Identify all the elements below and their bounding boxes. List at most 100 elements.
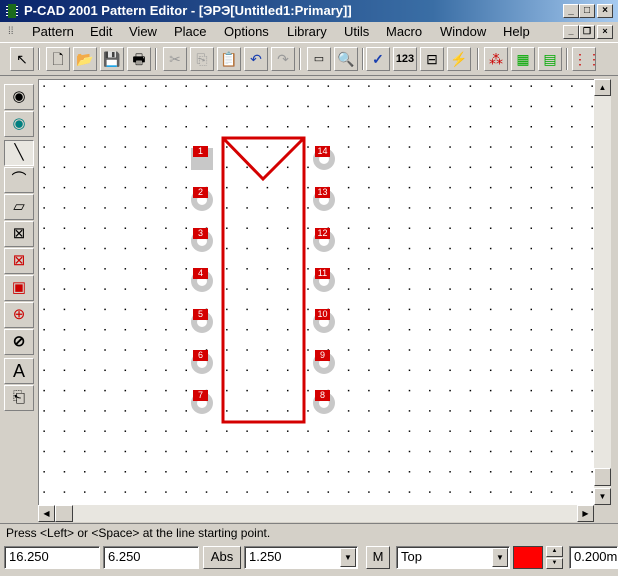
pad-6[interactable]: 6 — [191, 350, 213, 374]
place-via-tool-icon[interactable]: ◉ — [4, 111, 34, 137]
layer-spinner[interactable]: ▲ ▼ — [546, 546, 563, 569]
toolbar: ↖ 🗋 📂 💾 🖶 ✂ ⎘ 📋 ↶ ↷ ▭ 🔍 ✓ 123 ⊟ ⚡ ⁂ ▦ ▤ … — [0, 42, 618, 76]
print-icon[interactable]: 🖶 — [127, 47, 151, 71]
menu-options[interactable]: Options — [224, 24, 269, 40]
toolbar-separator — [566, 48, 568, 70]
toolbar-separator — [38, 48, 40, 70]
pad-label: 7 — [193, 390, 208, 401]
pad-13[interactable]: 13 — [313, 187, 335, 211]
maximize-icon[interactable]: □ — [579, 4, 595, 18]
mdi-minimize-icon[interactable]: _ — [563, 25, 579, 39]
chevron-down-icon[interactable]: ▼ — [492, 548, 508, 567]
copy-icon[interactable]: ⎘ — [190, 47, 214, 71]
pad-10[interactable]: 10 — [313, 309, 335, 333]
close-icon[interactable]: × — [597, 4, 613, 18]
text-tool-icon[interactable]: A — [4, 358, 34, 384]
vertical-scroll-thumb[interactable] — [594, 468, 611, 486]
copper-pour-tool-icon[interactable]: ⊠ — [4, 248, 34, 274]
menu-window[interactable]: Window — [440, 24, 486, 40]
app-icon — [6, 4, 18, 18]
menu-pattern[interactable]: Pattern — [32, 24, 74, 40]
cut-icon[interactable]: ✂ — [163, 47, 187, 71]
layer-select[interactable]: Top ▼ — [396, 546, 510, 569]
redo-icon[interactable]: ↷ — [271, 47, 295, 71]
pad-12[interactable]: 12 — [313, 228, 335, 252]
pad-14[interactable]: 14 — [313, 146, 335, 170]
horizontal-scrollbar[interactable]: ◀ ▶ — [38, 505, 594, 522]
point-tool-icon[interactable]: ⊕ — [4, 302, 34, 328]
place-pad-icon[interactable]: ⋮⋮ — [572, 47, 601, 71]
measure-icon[interactable]: ▭ — [307, 47, 331, 71]
cutout-tool-icon[interactable]: ▣ — [4, 275, 34, 301]
no-connect-tool-icon[interactable]: ⊘ — [4, 329, 34, 355]
scroll-right-icon[interactable]: ▶ — [577, 505, 594, 522]
new-icon[interactable]: 🗋 — [46, 47, 70, 71]
horizontal-scroll-thumb[interactable] — [55, 505, 73, 522]
pad-label: 1 — [193, 146, 208, 157]
minimize-icon[interactable]: _ — [563, 4, 579, 18]
via-style-icon[interactable]: ▦ — [511, 47, 535, 71]
place-pad-tool-icon[interactable]: ◉ — [4, 84, 34, 110]
y-coordinate-field[interactable]: 6.250 — [103, 546, 199, 569]
pad-label: 2 — [193, 187, 208, 198]
pad-2[interactable]: 2 — [191, 187, 213, 211]
spin-up-icon[interactable]: ▲ — [546, 546, 563, 557]
pad-label: 12 — [315, 228, 330, 239]
menu-edit[interactable]: Edit — [90, 24, 112, 40]
pad-style-icon[interactable]: ⁂ — [484, 47, 508, 71]
pad-11[interactable]: 11 — [313, 268, 335, 292]
save-icon[interactable]: 💾 — [100, 47, 124, 71]
select-icon[interactable]: ↖ — [10, 47, 34, 71]
undo-icon[interactable]: ↶ — [244, 47, 268, 71]
scroll-left-icon[interactable]: ◀ — [38, 505, 55, 522]
pad-5[interactable]: 5 — [191, 309, 213, 333]
vertical-scrollbar[interactable]: ▲ ▼ — [594, 79, 611, 505]
layer-value: Top — [401, 549, 422, 564]
mdi-close-icon[interactable]: × — [597, 25, 613, 39]
scroll-down-icon[interactable]: ▼ — [594, 488, 611, 505]
open-icon[interactable]: 📂 — [73, 47, 97, 71]
menu-bar: ⁞⁞ Pattern Edit View Place Options Libra… — [0, 22, 618, 42]
pad-8[interactable]: 8 — [313, 390, 335, 414]
arc-tool-icon[interactable]: ⌒ — [4, 167, 34, 193]
keepout-tool-icon[interactable]: ⊠ — [4, 221, 34, 247]
check-icon[interactable]: ✓ — [366, 47, 390, 71]
menu-help[interactable]: Help — [503, 24, 530, 40]
menu-place[interactable]: Place — [174, 24, 207, 40]
attribute-tool-icon[interactable]: ⎗ — [4, 385, 34, 411]
polygon-tool-icon[interactable]: ⏥ — [4, 194, 34, 220]
pad-1[interactable]: 1 — [191, 146, 213, 170]
pad-label: 9 — [315, 350, 330, 361]
menu-utils[interactable]: Utils — [344, 24, 369, 40]
line-tool-icon[interactable]: ╲ — [4, 140, 34, 166]
pad-9[interactable]: 9 — [313, 350, 335, 374]
abs-button[interactable]: Abs — [203, 546, 241, 569]
menu-grip-icon: ⁞⁞ — [8, 26, 14, 37]
x-coordinate-field[interactable]: 16.250 — [4, 546, 100, 569]
query-icon[interactable]: ⊟ — [420, 47, 444, 71]
pad-4[interactable]: 4 — [191, 268, 213, 292]
paste-icon[interactable]: 📋 — [217, 47, 241, 71]
flash-icon[interactable]: ⚡ — [447, 47, 471, 71]
grid-select[interactable]: 1.250 ▼ — [244, 546, 358, 569]
pin1-notch — [221, 136, 306, 182]
pad-3[interactable]: 3 — [191, 228, 213, 252]
menu-library[interactable]: Library — [287, 24, 327, 40]
design-canvas[interactable]: 1 2 3 4 5 6 7 14 13 12 11 10 9 8 — [38, 79, 594, 505]
menu-view[interactable]: View — [129, 24, 157, 40]
scroll-up-icon[interactable]: ▲ — [594, 79, 611, 96]
chevron-down-icon[interactable]: ▼ — [340, 548, 356, 567]
pad-7[interactable]: 7 — [191, 390, 213, 414]
zoom-icon[interactable]: 🔍 — [334, 47, 358, 71]
pad-label: 11 — [315, 268, 330, 279]
layer-color-swatch[interactable] — [513, 546, 543, 569]
mdi-restore-icon[interactable]: ❐ — [579, 25, 595, 39]
menu-macro[interactable]: Macro — [386, 24, 422, 40]
m-button[interactable]: M — [366, 546, 390, 569]
title-bar: P-CAD 2001 Pattern Editor - [ЭРЭ[Untitle… — [0, 0, 618, 22]
layer-icon[interactable]: ▤ — [538, 47, 562, 71]
line-width-field[interactable]: 0.200mm — [569, 546, 618, 569]
spin-down-icon[interactable]: ▼ — [546, 558, 563, 569]
renumber-icon[interactable]: 123 — [393, 47, 417, 71]
pad-label: 8 — [315, 390, 330, 401]
